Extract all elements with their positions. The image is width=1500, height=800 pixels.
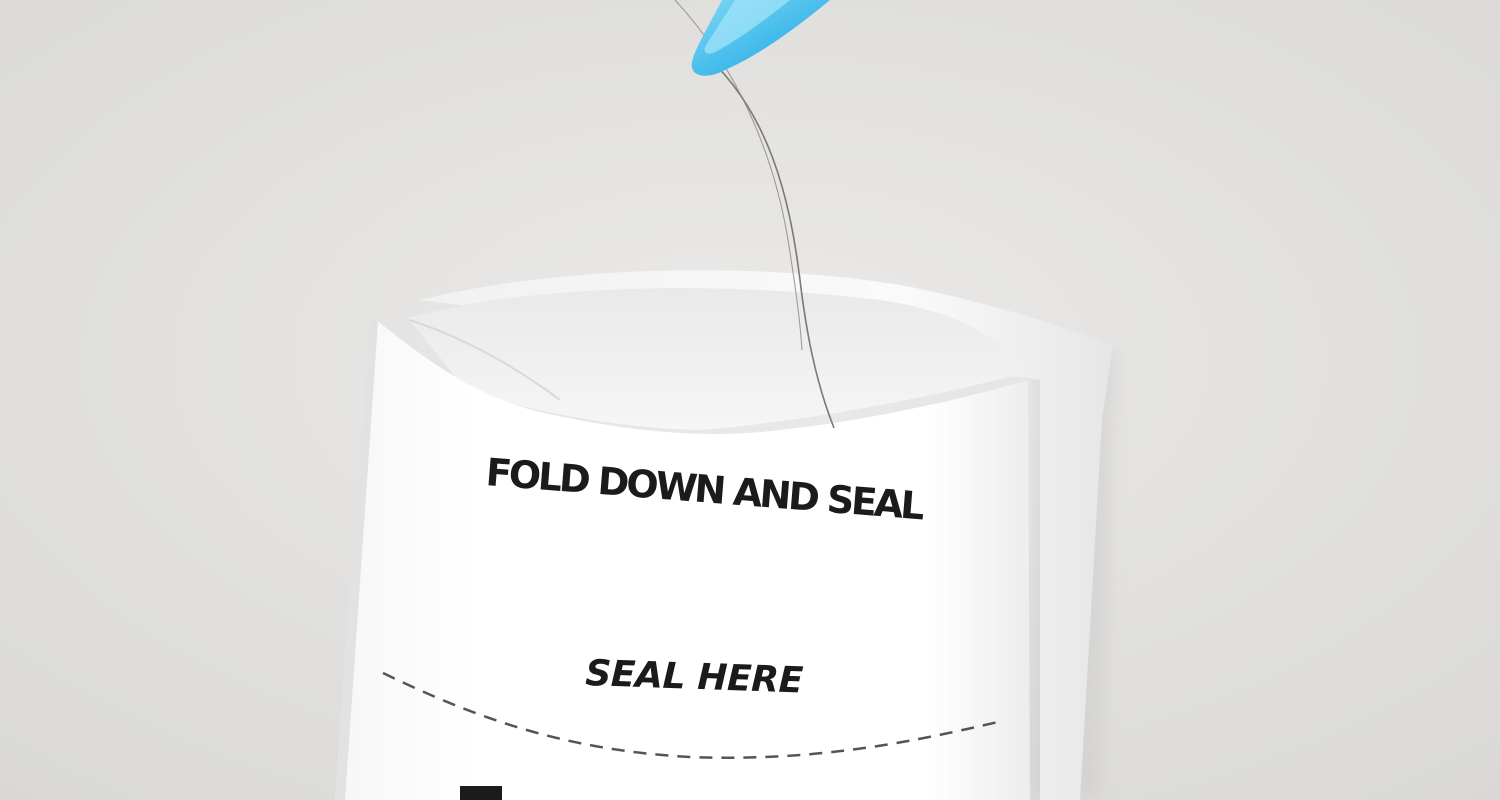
seal-instruction-label: SEAL HERE — [585, 653, 805, 702]
photo-illustration: FOLD DOWN AND SEAL SEAL HERE — [0, 0, 1500, 800]
photo-scene: FOLD DOWN AND SEAL SEAL HERE — [0, 0, 1500, 800]
printed-mark — [460, 786, 502, 800]
